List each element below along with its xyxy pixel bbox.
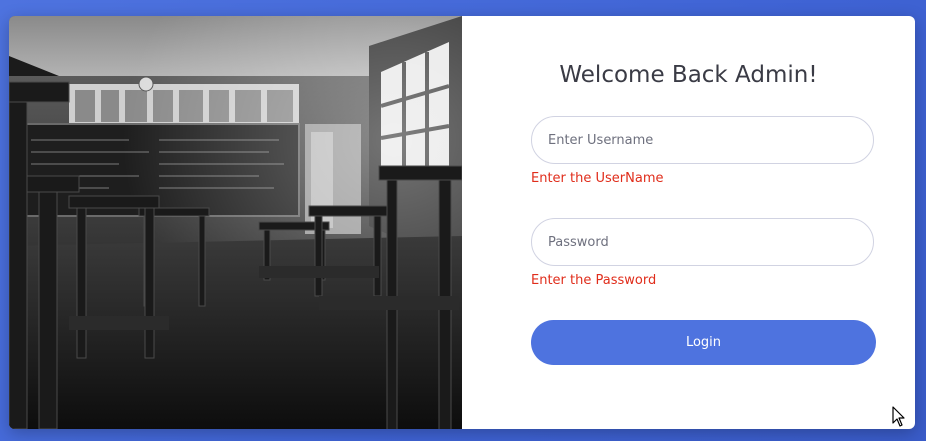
classroom-photo-illustration xyxy=(9,16,462,429)
login-form: Welcome Back Admin! Enter the UserName E… xyxy=(462,16,915,429)
login-card: Welcome Back Admin! Enter the UserName E… xyxy=(9,16,915,429)
password-input[interactable] xyxy=(531,218,874,266)
username-error: Enter the UserName xyxy=(531,171,664,186)
login-button[interactable]: Login xyxy=(531,320,876,365)
page-title: Welcome Back Admin! xyxy=(559,62,818,88)
password-error: Enter the Password xyxy=(531,273,657,288)
mouse-cursor-icon xyxy=(892,406,905,427)
username-input[interactable] xyxy=(531,116,874,164)
classroom-image xyxy=(9,16,462,429)
